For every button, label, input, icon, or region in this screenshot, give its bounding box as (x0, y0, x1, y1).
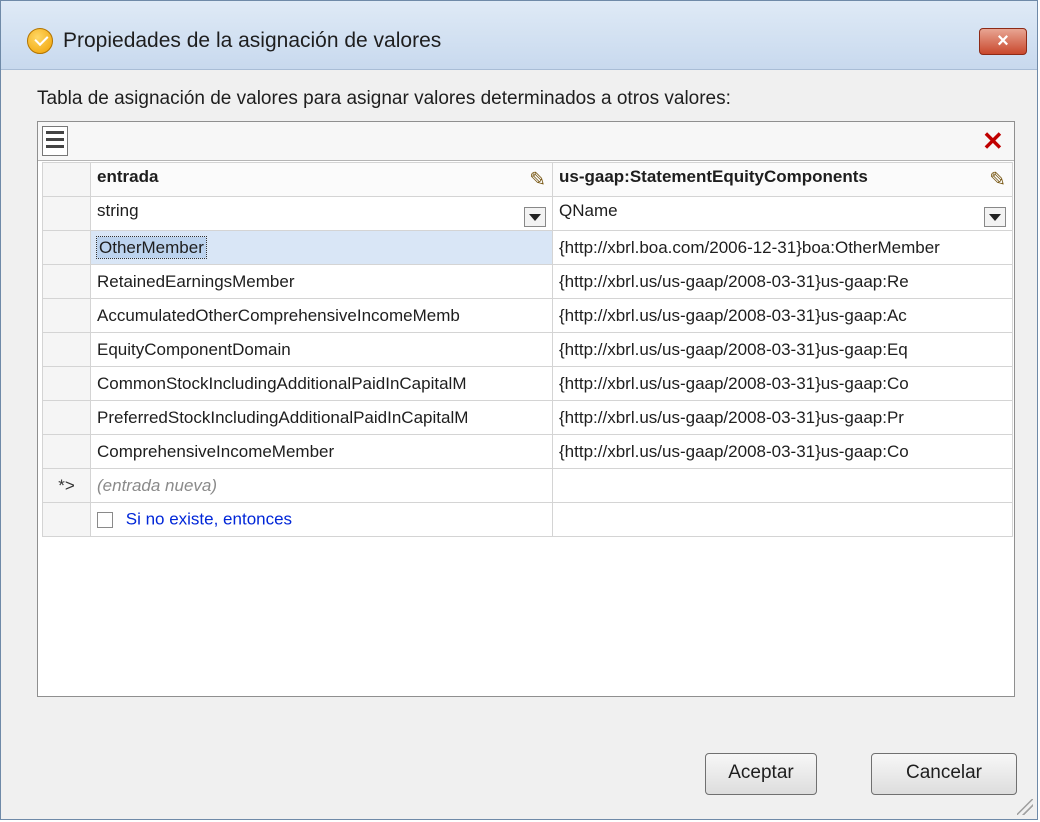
structure-icon[interactable] (42, 126, 68, 156)
output-cell[interactable]: {http://xbrl.us/us-gaap/2008-03-31}us-ga… (552, 400, 1013, 435)
description-label: Tabla de asignación de valores para asig… (37, 88, 731, 109)
input-column-header[interactable]: entrada ✎ (90, 162, 553, 197)
dialog-title: Propiedades de la asignación de valores (63, 29, 442, 52)
pencil-icon[interactable]: ✎ (989, 167, 1006, 192)
otherwise-checkbox[interactable] (97, 511, 113, 528)
row-header-cell (42, 502, 91, 537)
output-cell[interactable]: {http://xbrl.us/us-gaap/2008-03-31}us-ga… (552, 332, 1013, 367)
row-header-cell (42, 400, 91, 435)
new-entry-cell[interactable]: (entrada nueva) (90, 468, 553, 503)
table-row: ComprehensiveIncomeMember {http://xbrl.u… (42, 434, 1013, 469)
table-row: AccumulatedOtherComprehensiveIncomeMemb … (42, 298, 1013, 333)
ok-button[interactable]: Aceptar (705, 753, 817, 795)
output-cell[interactable]: {http://xbrl.us/us-gaap/2008-03-31}us-ga… (552, 298, 1013, 333)
output-type-value: QName (559, 200, 618, 220)
row-header-cell (42, 196, 91, 231)
input-type-value: string (97, 200, 139, 220)
input-cell[interactable]: PreferredStockIncludingAdditionalPaidInC… (90, 400, 553, 435)
grid-toolbar: ✕ (38, 122, 1014, 161)
input-cell[interactable]: CommonStockIncludingAdditionalPaidInCapi… (90, 366, 553, 401)
table-row: PreferredStockIncludingAdditionalPaidInC… (42, 400, 1013, 435)
input-cell-text: OtherMember (96, 235, 207, 259)
input-cell[interactable]: OtherMember (90, 230, 553, 265)
row-header-cell (42, 366, 91, 401)
output-cell[interactable]: {http://xbrl.us/us-gaap/2008-03-31}us-ga… (552, 366, 1013, 401)
delete-row-icon[interactable]: ✕ (982, 128, 1004, 154)
dropdown-arrow-icon[interactable] (524, 206, 546, 227)
output-type-select[interactable]: QName (552, 196, 1013, 231)
new-entry-output-cell[interactable] (552, 468, 1013, 503)
input-cell[interactable]: RetainedEarningsMember (90, 264, 553, 299)
input-type-select[interactable]: string (90, 196, 553, 231)
output-cell[interactable]: {http://xbrl.us/us-gaap/2008-03-31}us-ga… (552, 434, 1013, 469)
table-row: CommonStockIncludingAdditionalPaidInCapi… (42, 366, 1013, 401)
close-button[interactable]: × (979, 28, 1027, 55)
output-cell[interactable]: {http://xbrl.us/us-gaap/2008-03-31}us-ga… (552, 264, 1013, 299)
input-cell[interactable]: AccumulatedOtherComprehensiveIncomeMemb (90, 298, 553, 333)
input-column-label: entrada (97, 167, 159, 186)
input-cell[interactable]: EquityComponentDomain (90, 332, 553, 367)
row-header-cell (42, 162, 91, 197)
output-column-label: us-gaap:StatementEquityComponents (559, 167, 868, 186)
row-header-cell (42, 332, 91, 367)
input-cell[interactable]: ComprehensiveIncomeMember (90, 434, 553, 469)
row-header-cell (42, 230, 91, 265)
table-row: RetainedEarningsMember {http://xbrl.us/u… (42, 264, 1013, 299)
header-row: entrada ✎ us-gaap:StatementEquityCompone… (42, 162, 1013, 197)
otherwise-row: Si no existe, entonces (42, 502, 1013, 537)
row-header-cell (42, 264, 91, 299)
dropdown-arrow-icon[interactable] (984, 206, 1006, 227)
otherwise-cell[interactable]: Si no existe, entonces (90, 502, 553, 537)
dialog-window: Propiedades de la asignación de valores … (0, 0, 1038, 820)
cancel-button[interactable]: Cancelar (871, 753, 1017, 795)
otherwise-output-cell[interactable] (552, 502, 1013, 537)
resize-grip-icon[interactable] (1017, 799, 1033, 815)
title-bar: Propiedades de la asignación de valores … (1, 1, 1037, 70)
new-row-marker: *> (42, 468, 91, 503)
output-column-header[interactable]: us-gaap:StatementEquityComponents ✎ (552, 162, 1013, 197)
output-cell[interactable]: {http://xbrl.boa.com/2006-12-31}boa:Othe… (552, 230, 1013, 265)
value-map-grid: ✕ entrada ✎ us-gaap:StatementEquityCompo… (37, 121, 1015, 697)
type-row: string QName (42, 196, 1013, 231)
new-entry-row: *> (entrada nueva) (42, 468, 1013, 503)
table-row: OtherMember {http://xbrl.boa.com/2006-12… (42, 230, 1013, 265)
app-icon (27, 28, 53, 54)
otherwise-label[interactable]: Si no existe, entonces (126, 510, 292, 529)
row-header-cell (42, 298, 91, 333)
table-row: EquityComponentDomain {http://xbrl.us/us… (42, 332, 1013, 367)
value-map-table: entrada ✎ us-gaap:StatementEquityCompone… (42, 162, 1013, 537)
pencil-icon[interactable]: ✎ (529, 167, 546, 192)
row-header-cell (42, 434, 91, 469)
